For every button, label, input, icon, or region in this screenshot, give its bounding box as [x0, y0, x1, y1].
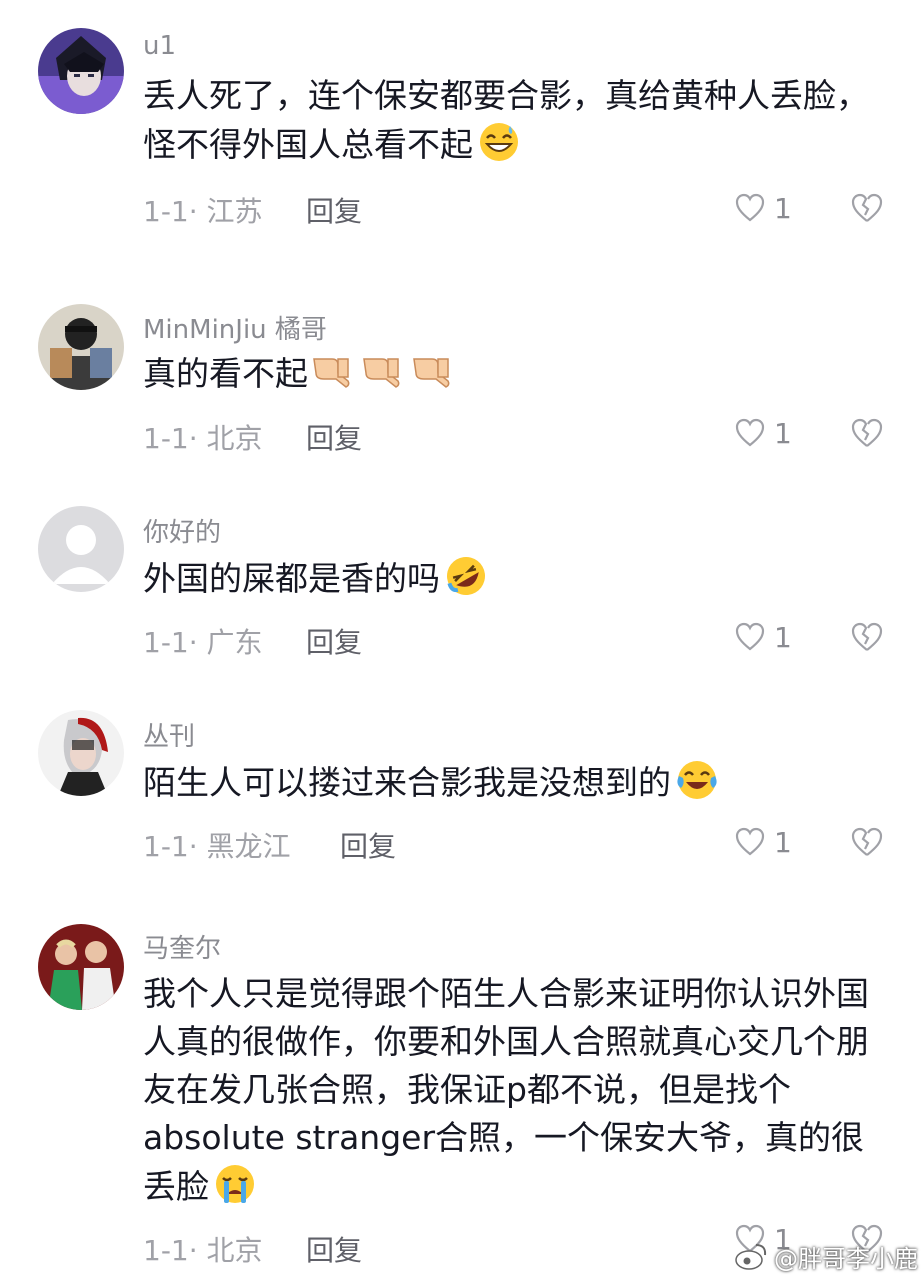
avatar[interactable]: [38, 304, 124, 390]
reply-button[interactable]: 回复: [340, 825, 396, 865]
like-button[interactable]: 1: [734, 620, 792, 654]
username[interactable]: 你好的: [143, 512, 221, 549]
comment-text: 陌生人可以搂过来合影我是没想到的: [143, 758, 873, 807]
like-button[interactable]: 1: [734, 191, 792, 225]
thumbs-down-emoji-group: [310, 351, 454, 395]
dislike-button[interactable]: [850, 191, 884, 225]
username[interactable]: 马奎尔: [143, 928, 221, 965]
comment-text: 丢人死了，连个保安都要合影，真给黄种人丢脸，怪不得外国人总看不起: [143, 72, 873, 169]
weibo-logo-icon: [735, 1244, 767, 1270]
username[interactable]: u1: [143, 31, 176, 61]
reply-button[interactable]: 回复: [306, 417, 362, 457]
avatar[interactable]: [38, 28, 124, 114]
broken-heart-icon: [851, 193, 883, 222]
weibo-watermark: @胖哥李小鹿: [734, 1236, 918, 1276]
tears-of-joy-emoji-icon: [675, 758, 719, 802]
avatar[interactable]: [38, 506, 124, 592]
avatar[interactable]: [38, 710, 124, 796]
comment-text-body: 陌生人可以搂过来合影我是没想到的: [143, 763, 671, 802]
rolling-laughing-emoji-icon: [444, 554, 488, 598]
thumbs-down-icon: [363, 358, 400, 388]
reply-button[interactable]: 回复: [306, 621, 362, 661]
comment-meta: 1-1· 黑龙江: [143, 830, 291, 863]
comment-text: 真的看不起: [143, 350, 873, 398]
broken-heart-icon: [851, 622, 883, 651]
crying-emoji-icon: [213, 1162, 257, 1206]
like-button[interactable]: 1: [734, 416, 792, 450]
like-button[interactable]: 1: [734, 825, 792, 859]
thumbs-down-icon: [313, 358, 350, 388]
heart-icon: [735, 418, 765, 447]
broken-heart-icon: [851, 418, 883, 447]
like-count: 1: [774, 620, 792, 654]
comment-meta: 1-1· 广东: [143, 626, 263, 659]
dislike-button[interactable]: [850, 416, 884, 450]
comment-meta: 1-1· 北京: [143, 422, 263, 455]
heart-icon: [735, 622, 765, 651]
thumbs-down-icon: [413, 358, 450, 388]
heart-icon: [735, 827, 765, 856]
dislike-button[interactable]: [850, 825, 884, 859]
grinning-sweat-emoji-icon: [477, 120, 521, 164]
comment-text-body: 真的看不起: [143, 354, 308, 393]
reply-button[interactable]: 回复: [306, 1229, 362, 1269]
comment-meta: 1-1· 江苏: [143, 195, 263, 228]
comment-text: 外国的屎都是香的吗: [143, 554, 873, 603]
broken-heart-icon: [851, 827, 883, 856]
like-count: 1: [774, 825, 792, 859]
like-count: 1: [774, 191, 792, 225]
avatar[interactable]: [38, 924, 124, 1010]
heart-icon: [735, 193, 765, 222]
reply-button[interactable]: 回复: [306, 190, 362, 230]
comment-meta: 1-1· 北京: [143, 1234, 263, 1267]
username[interactable]: 丛刊: [143, 716, 195, 753]
comment-text-body: 外国的屎都是香的吗: [143, 559, 440, 598]
dislike-button[interactable]: [850, 620, 884, 654]
username[interactable]: MinMinJiu 橘哥: [143, 309, 327, 346]
comment-text: 我个人只是觉得跟个陌生人合影来证明你认识外国人真的很做作，你要和外国人合照就真心…: [143, 970, 873, 1211]
watermark-text: @胖哥李小鹿: [774, 1244, 918, 1273]
like-count: 1: [774, 416, 792, 450]
